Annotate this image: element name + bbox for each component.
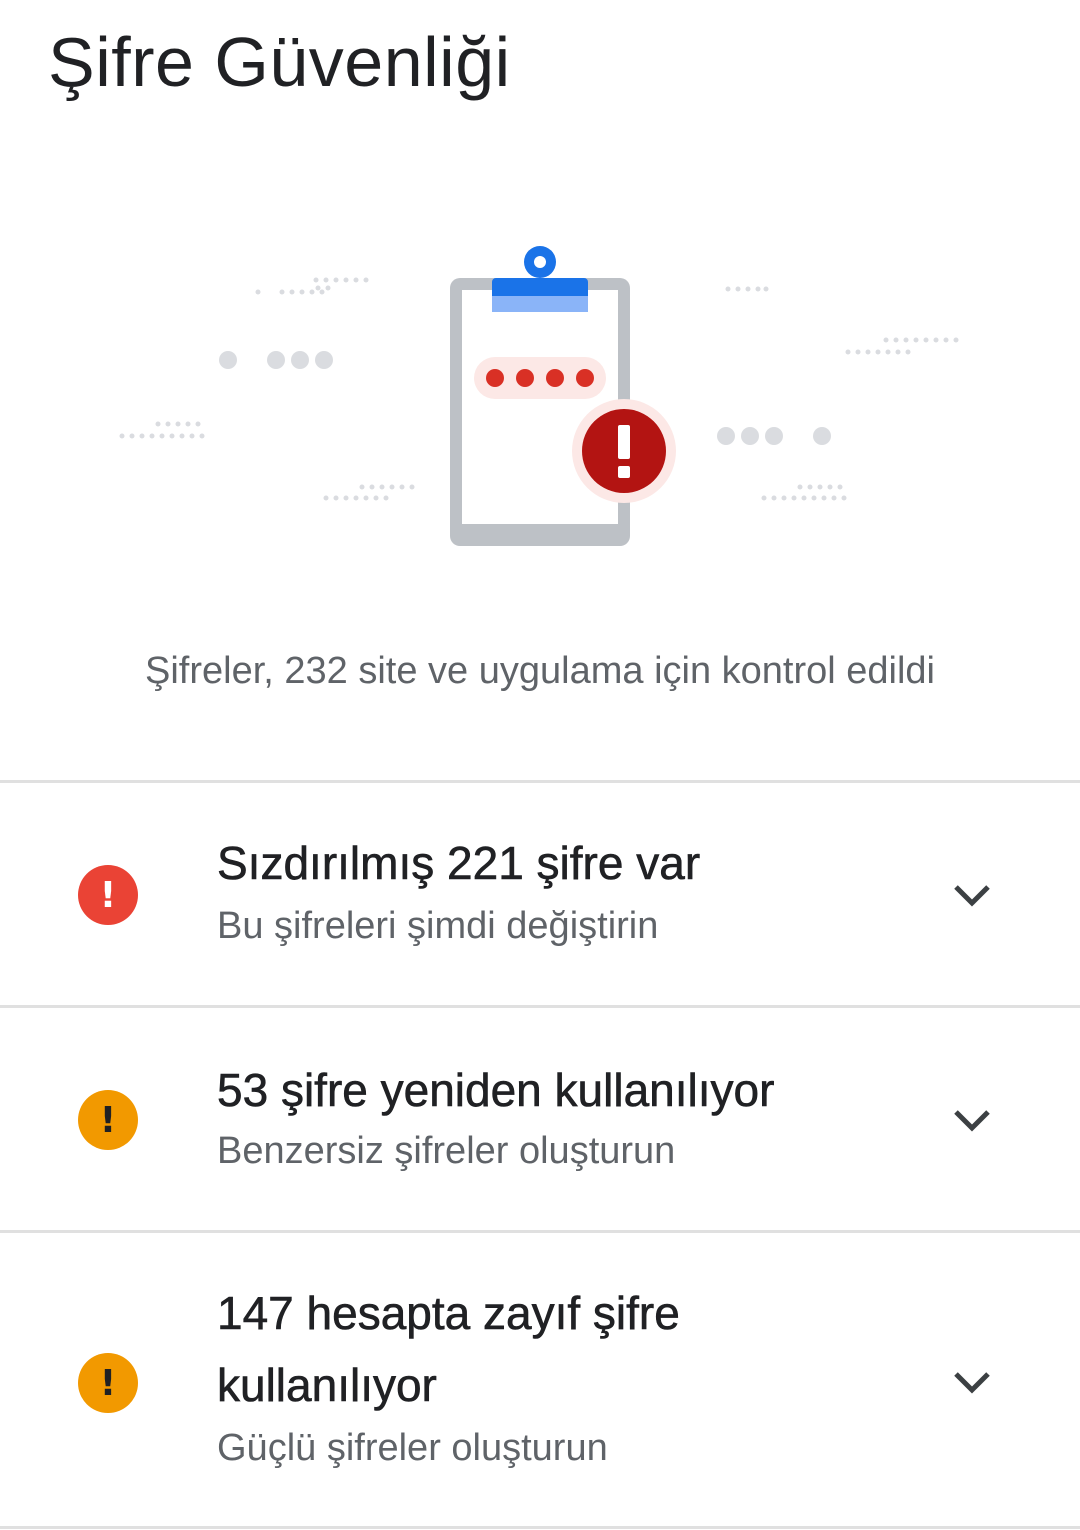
issue-title: Sızdırılmış 221 şifre var <box>217 837 701 890</box>
issue-subtitle: Benzersiz şifreler oluşturun <box>217 1130 676 1172</box>
clipboard-icon <box>450 246 630 546</box>
issue-subtitle: Bu şifreleri şimdi değiştirin <box>217 905 659 947</box>
issue-row-reused[interactable]: ! 53 şifre yeniden kullanılıyor Benzersi… <box>0 1008 1080 1230</box>
error-icon: ! <box>78 865 138 925</box>
issue-subtitle: Güçlü şifreler oluşturun <box>217 1427 608 1469</box>
divider <box>0 1526 1080 1529</box>
summary-text: Şifreler, 232 site ve uygulama için kont… <box>145 650 935 692</box>
clipboard-password-warning-illustration <box>119 246 959 546</box>
chevron-down-icon[interactable] <box>950 881 994 911</box>
issue-row-leaked[interactable]: ! Sızdırılmış 221 şifre var Bu şifreleri… <box>0 783 1080 1005</box>
alert-badge-icon <box>572 399 676 503</box>
issue-title: 147 hesapta zayıf şifre kullanılıyor <box>217 1287 680 1412</box>
warning-icon: ! <box>78 1090 138 1150</box>
warning-icon: ! <box>78 1353 138 1413</box>
chevron-down-icon[interactable] <box>950 1368 994 1398</box>
chevron-down-icon[interactable] <box>950 1106 994 1136</box>
page-title: Şifre Güvenliği <box>48 23 511 101</box>
issue-title: 53 şifre yeniden kullanılıyor <box>217 1064 775 1117</box>
issue-row-weak[interactable]: ! 147 hesapta zayıf şifre kullanılıyor G… <box>0 1233 1080 1525</box>
